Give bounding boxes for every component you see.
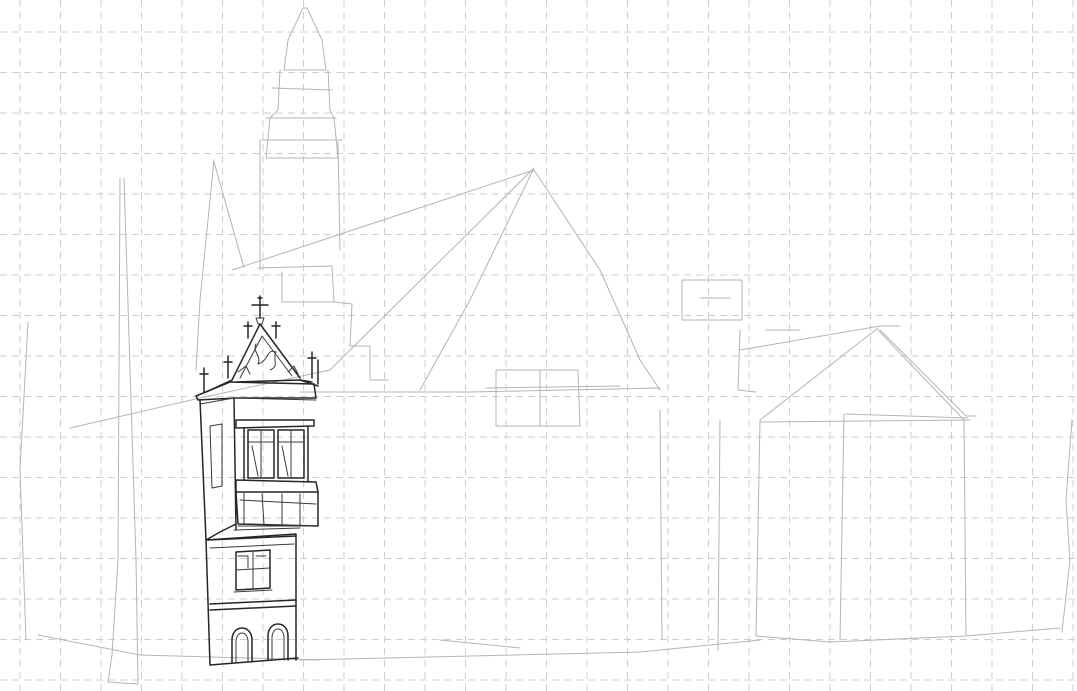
wall-corner — [233, 397, 237, 531]
window-panes — [251, 445, 289, 477]
main-roof-ridge — [231, 169, 661, 391]
finial-cross — [251, 295, 269, 319]
parapet-panels — [239, 491, 317, 527]
right-guides — [659, 409, 721, 651]
tower-shaft — [259, 139, 341, 271]
left-gable — [195, 159, 245, 371]
ground-guide-left — [37, 634, 321, 661]
right-house — [755, 327, 967, 643]
side-window — [209, 423, 223, 489]
tower-top — [265, 69, 339, 159]
sketch-canvas — [0, 0, 1077, 691]
bay-sill — [235, 479, 319, 493]
tower-spire — [283, 7, 327, 71]
ground-guide-right — [299, 627, 1061, 661]
spike-left — [223, 355, 233, 379]
dashed-grid — [0, 0, 1077, 691]
tower-steps — [257, 265, 389, 381]
far-left-guide — [19, 321, 29, 641]
right-window-guide — [737, 329, 801, 393]
lower-wall — [205, 533, 297, 661]
arch-right-inner — [271, 628, 285, 661]
tower-step-inner — [281, 271, 335, 303]
spike-left-top — [243, 321, 253, 339]
roof-ornament — [254, 343, 277, 371]
bay-parapet — [235, 491, 319, 527]
right-house-roof — [879, 329, 977, 417]
left-pole-guide — [107, 177, 139, 685]
wall-left-edge — [199, 399, 211, 666]
roof-gable-front — [231, 323, 301, 381]
base-line — [209, 657, 299, 666]
spike-right-top — [271, 321, 281, 339]
far-right-guide — [1061, 419, 1073, 633]
bay-bottom — [233, 525, 313, 531]
oriel-tower — [195, 295, 319, 666]
upper-right-window — [681, 279, 743, 321]
lower-window-panes — [237, 555, 267, 569]
bay-top-rail — [235, 419, 315, 429]
cornice — [195, 381, 317, 401]
ground-stroke — [439, 639, 521, 649]
right-house-front — [759, 413, 971, 641]
lower-window-cross — [235, 551, 271, 589]
roof-eave — [299, 387, 661, 393]
center-window — [495, 369, 581, 427]
pencil-sketch-drawing — [0, 0, 1077, 691]
spike-far-left — [199, 367, 209, 393]
main-roof-left — [69, 167, 535, 429]
